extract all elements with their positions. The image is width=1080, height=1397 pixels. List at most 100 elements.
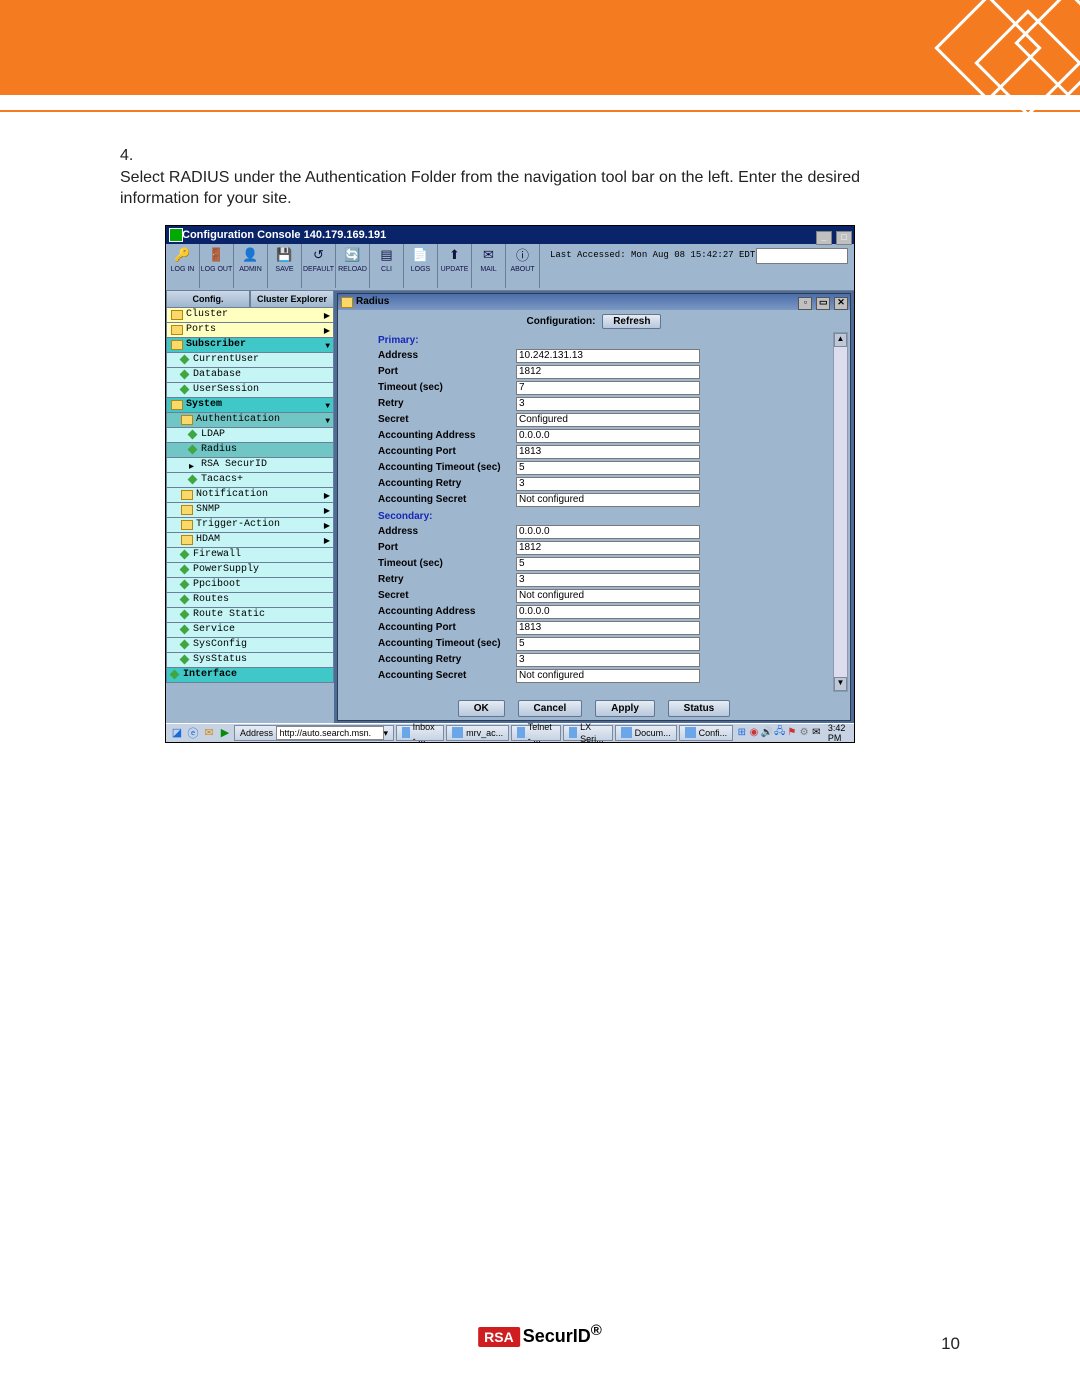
nav-radius[interactable]: Radius <box>166 443 334 458</box>
tray-icon[interactable]: ⚑ <box>786 726 797 739</box>
nav-notification[interactable]: Notification▶ <box>166 488 334 503</box>
input-accounting-secret[interactable] <box>516 493 700 507</box>
refresh-button[interactable]: Refresh <box>602 314 661 329</box>
tray-icon[interactable]: ⊞ <box>736 726 747 739</box>
toolbar-reload-button[interactable]: 🔄RELOAD <box>336 244 370 288</box>
quicklaunch-ie-icon[interactable]: ⓔ <box>186 726 200 740</box>
nav-usersession[interactable]: UserSession <box>166 383 334 398</box>
tray-volume-icon[interactable]: 🔊 <box>761 726 773 739</box>
toolbar-save-button[interactable]: 💾SAVE <box>268 244 302 288</box>
toolbar-default-button[interactable]: ↺DEFAULT <box>302 244 336 288</box>
input-timeout-sec-[interactable] <box>516 557 700 571</box>
scroll-up-icon[interactable]: ▲ <box>834 333 847 347</box>
folder-icon <box>181 415 193 425</box>
nav-snmp[interactable]: SNMP▶ <box>166 503 334 518</box>
nav-sysconfig[interactable]: SysConfig <box>166 638 334 653</box>
nav-routes[interactable]: Routes <box>166 593 334 608</box>
nav-system[interactable]: System▼ <box>166 398 334 413</box>
taskbar-app[interactable]: Telnet - ... <box>511 725 561 741</box>
tray-icon[interactable]: ⚙ <box>798 726 809 739</box>
input-timeout-sec-[interactable] <box>516 381 700 395</box>
quicklaunch-desktop-icon[interactable]: ◪ <box>170 726 184 740</box>
input-accounting-address[interactable] <box>516 429 700 443</box>
input-accounting-secret[interactable] <box>516 669 700 683</box>
logs-icon: 📄 <box>412 246 430 264</box>
taskbar-app[interactable]: Docum... <box>615 725 677 741</box>
tray-icon[interactable]: ◉ <box>748 726 759 739</box>
input-port[interactable] <box>516 541 700 555</box>
nav-firewall[interactable]: Firewall <box>166 548 334 563</box>
input-accounting-port[interactable] <box>516 621 700 635</box>
minimize-button[interactable]: _ <box>816 231 832 245</box>
nav-route-static[interactable]: Route Static <box>166 608 334 623</box>
taskbar-app[interactable]: LX Seri... <box>563 725 613 741</box>
input-secret[interactable] <box>516 413 700 427</box>
input-port[interactable] <box>516 365 700 379</box>
input-retry[interactable] <box>516 397 700 411</box>
nav-interface[interactable]: Interface <box>166 668 334 683</box>
quicklaunch-outlook-icon[interactable]: ✉ <box>202 726 216 740</box>
nav-sysstatus[interactable]: SysStatus <box>166 653 334 668</box>
app-icon <box>517 727 525 738</box>
input-accounting-port[interactable] <box>516 445 700 459</box>
cancel-button[interactable]: Cancel <box>518 700 583 717</box>
nav-ppciboot[interactable]: Ppciboot <box>166 578 334 593</box>
address-bar[interactable]: Address http://auto.search.msn. ▾ <box>234 725 394 741</box>
nav-ldap[interactable]: LDAP <box>166 428 334 443</box>
address-value[interactable]: http://auto.search.msn. <box>276 726 384 740</box>
window-titlebar[interactable]: Configuration Console 140.179.169.191 _ … <box>166 226 854 244</box>
label-accounting-secret: Accounting Secret <box>342 494 516 505</box>
address-dropdown-icon[interactable]: ▾ <box>384 727 389 739</box>
toolbar-mail-button[interactable]: ✉MAIL <box>472 244 506 288</box>
nav-currentuser[interactable]: CurrentUser <box>166 353 334 368</box>
toolbar-logs-button[interactable]: 📄LOGS <box>404 244 438 288</box>
toolbar-login-button[interactable]: 🔑LOG IN <box>166 244 200 288</box>
internal-close-icon[interactable]: ✕ <box>834 297 848 310</box>
nav-ports[interactable]: Ports▶ <box>166 323 334 338</box>
nav-hdam[interactable]: HDAM▶ <box>166 533 334 548</box>
internal-min-icon[interactable]: ▫ <box>798 297 812 310</box>
toolbar-cli-button[interactable]: ▤CLI <box>370 244 404 288</box>
nav-database[interactable]: Database <box>166 368 334 383</box>
input-secret[interactable] <box>516 589 700 603</box>
taskbar-app[interactable]: mrv_ac... <box>446 725 509 741</box>
tab-cluster-explorer[interactable]: Cluster Explorer <box>250 290 334 308</box>
toolbar-admin-button[interactable]: 👤ADMIN <box>234 244 268 288</box>
nav-subscriber[interactable]: Subscriber▼ <box>166 338 334 353</box>
taskbar-app[interactable]: Confi... <box>679 725 734 741</box>
ok-button[interactable]: OK <box>458 700 505 717</box>
tray-network-icon[interactable]: 🖧 <box>774 726 785 739</box>
login-icon: 🔑 <box>174 246 192 264</box>
toolbar-update-button[interactable]: ⬆UPDATE <box>438 244 472 288</box>
nav-cluster[interactable]: Cluster▶ <box>166 308 334 323</box>
tab-config[interactable]: Config. <box>166 290 250 308</box>
input-address[interactable] <box>516 525 700 539</box>
nav-tacacs-[interactable]: Tacacs+ <box>166 473 334 488</box>
scroll-down-icon[interactable]: ▼ <box>834 677 847 691</box>
nav-service[interactable]: Service <box>166 623 334 638</box>
input-accounting-retry[interactable] <box>516 477 700 491</box>
taskbar-app[interactable]: Inbox - ... <box>396 725 444 741</box>
vertical-scrollbar[interactable]: ▲ ▼ <box>833 332 848 692</box>
nav-rsa-securid[interactable]: ▸RSA SecurID <box>166 458 334 473</box>
input-accounting-address[interactable] <box>516 605 700 619</box>
internal-max-icon[interactable]: ▭ <box>816 297 830 310</box>
search-input[interactable] <box>756 248 848 264</box>
nav-authentication[interactable]: Authentication▼ <box>166 413 334 428</box>
navigation-panel: Config. Cluster Explorer Cluster▶Ports▶S… <box>166 290 334 724</box>
input-retry[interactable] <box>516 573 700 587</box>
status-button[interactable]: Status <box>668 700 731 717</box>
maximize-button[interactable]: □ <box>836 231 852 245</box>
input-accounting-retry[interactable] <box>516 653 700 667</box>
toolbar-about-button[interactable]: ⓘABOUT <box>506 244 540 288</box>
field-row: Timeout (sec) <box>342 380 834 396</box>
input-accounting-timeout-sec-[interactable] <box>516 637 700 651</box>
apply-button[interactable]: Apply <box>595 700 655 717</box>
input-accounting-timeout-sec-[interactable] <box>516 461 700 475</box>
tray-mail-icon[interactable]: ✉ <box>811 726 822 739</box>
input-address[interactable] <box>516 349 700 363</box>
quicklaunch-media-icon[interactable]: ▶ <box>218 726 232 740</box>
nav-trigger-action[interactable]: Trigger-Action▶ <box>166 518 334 533</box>
toolbar-logout-button[interactable]: 🚪LOG OUT <box>200 244 234 288</box>
nav-powersupply[interactable]: PowerSupply <box>166 563 334 578</box>
